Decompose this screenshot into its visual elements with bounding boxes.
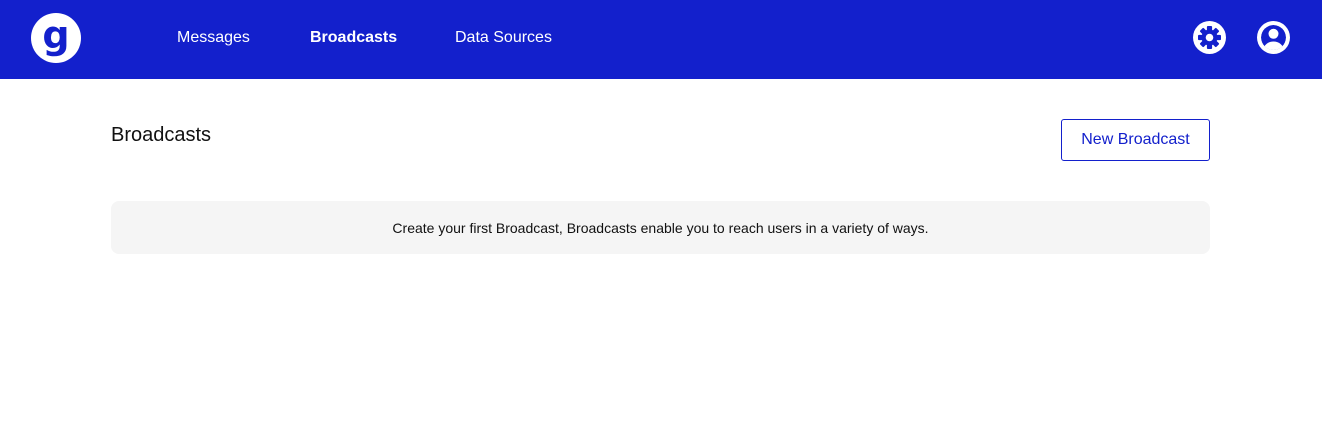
nav-item-data-sources[interactable]: Data Sources	[455, 28, 552, 47]
nav-item-broadcasts[interactable]: Broadcasts	[310, 28, 397, 47]
empty-state-message: Create your first Broadcast, Broadcasts …	[392, 219, 929, 236]
app-logo[interactable]: g	[31, 13, 81, 63]
account-button[interactable]	[1257, 21, 1290, 54]
nav-item-messages[interactable]: Messages	[177, 28, 250, 47]
user-avatar-icon	[1257, 21, 1290, 54]
settings-button[interactable]	[1193, 21, 1226, 54]
empty-state-panel: Create your first Broadcast, Broadcasts …	[111, 201, 1210, 254]
new-broadcast-button[interactable]: New Broadcast	[1061, 119, 1210, 161]
gear-icon	[1193, 21, 1226, 54]
top-navigation-bar: g Messages Broadcasts Data Sources	[0, 0, 1322, 79]
logo-letter: g	[42, 13, 70, 57]
page-title: Broadcasts	[111, 124, 212, 146]
